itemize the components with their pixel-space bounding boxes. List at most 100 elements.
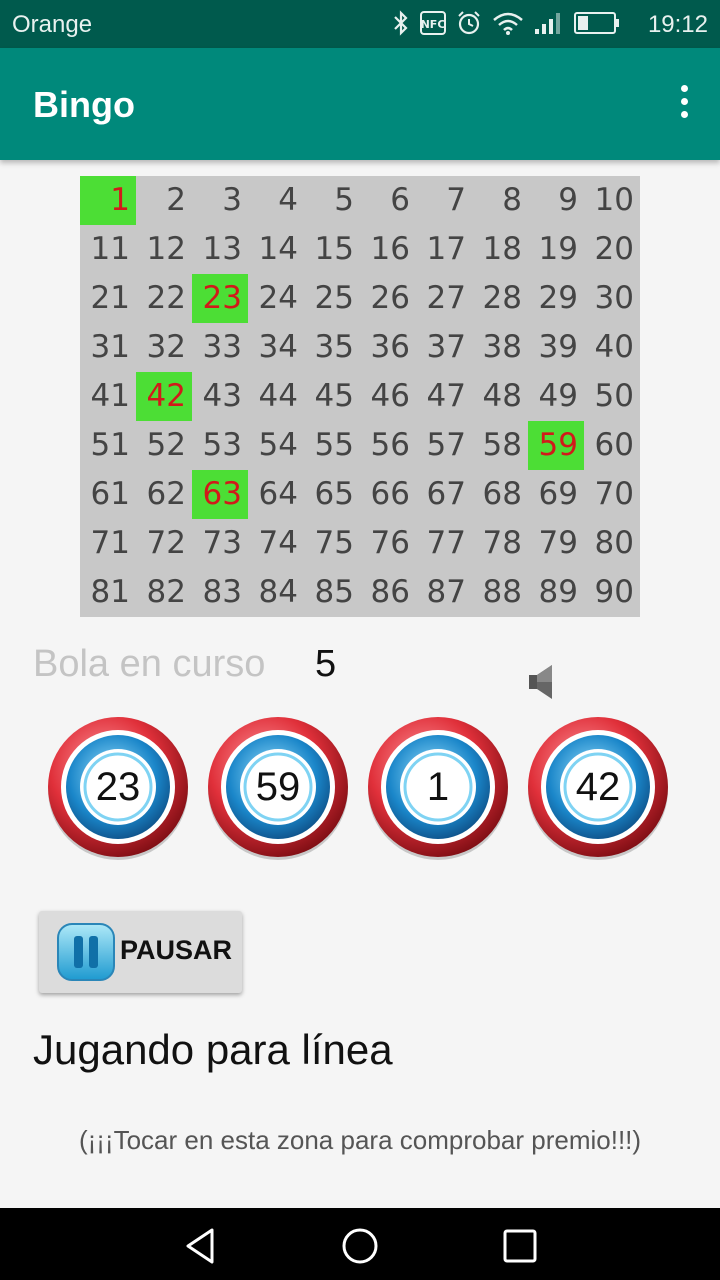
battery-icon bbox=[574, 12, 619, 34]
board-cell: 69 bbox=[538, 476, 578, 512]
board-cell: 12 bbox=[146, 231, 186, 267]
overflow-menu-icon[interactable] bbox=[678, 85, 690, 125]
board-cell: 31 bbox=[90, 329, 130, 365]
board-cell: 88 bbox=[482, 574, 522, 610]
board-cell: 56 bbox=[370, 427, 410, 463]
svg-text:NFC: NFC bbox=[421, 18, 446, 31]
carrier-name: Orange bbox=[12, 11, 93, 38]
board-cell: 9 bbox=[558, 182, 578, 218]
bingo-ball-number: 59 bbox=[255, 765, 301, 809]
recent-balls: 23 59 1 42 bbox=[44, 713, 684, 863]
board-cell: 27 bbox=[426, 280, 466, 316]
pause-icon bbox=[57, 923, 115, 981]
board-cell: 13 bbox=[202, 231, 242, 267]
app-bar: Bingo bbox=[0, 48, 720, 160]
bingo-ball: 1 bbox=[364, 713, 512, 861]
signal-icon bbox=[535, 13, 560, 34]
board-cell: 52 bbox=[146, 427, 186, 463]
board-cell: 70 bbox=[594, 476, 634, 512]
board-cell: 22 bbox=[146, 280, 186, 316]
board-cell-drawn: 63 bbox=[192, 470, 248, 519]
board-cell: 74 bbox=[258, 525, 298, 561]
board-cell: 21 bbox=[90, 280, 130, 316]
clock: 19:12 bbox=[647, 11, 708, 38]
board-cell: 84 bbox=[258, 574, 298, 610]
board-cell-drawn: 59 bbox=[528, 421, 584, 470]
current-ball-label: Bola en curso bbox=[33, 643, 266, 685]
board-cell: 51 bbox=[90, 427, 130, 463]
bingo-board: 1 2 3 4 5 6 7 8 9 10 11 12 13 14 15 16 17 18 19 20 21 22 23 24 2… bbox=[80, 176, 640, 617]
recents-icon[interactable] bbox=[500, 1226, 540, 1266]
game-mode-text: Jugando para línea bbox=[33, 1026, 393, 1073]
board-cell: 72 bbox=[146, 525, 186, 561]
speaker-icon[interactable] bbox=[526, 662, 560, 702]
status-icons: NFC bbox=[392, 10, 620, 36]
board-cell-drawn: 42 bbox=[136, 372, 192, 421]
board-cell: 58 bbox=[482, 427, 522, 463]
board-cell: 38 bbox=[482, 329, 522, 365]
board-cell: 73 bbox=[202, 525, 242, 561]
alarm-icon bbox=[458, 11, 480, 35]
board-cell: 54 bbox=[258, 427, 298, 463]
board-cell: 30 bbox=[594, 280, 634, 316]
app-title: Bingo bbox=[33, 84, 135, 125]
board-cell: 36 bbox=[370, 329, 410, 365]
board-cell: 61 bbox=[90, 476, 130, 512]
navigation-bar bbox=[0, 1208, 720, 1280]
board-cell: 77 bbox=[426, 525, 466, 561]
board-cell: 19 bbox=[538, 231, 578, 267]
board-cell: 29 bbox=[538, 280, 578, 316]
bingo-ball: 23 bbox=[44, 713, 192, 861]
board-cell: 55 bbox=[314, 427, 354, 463]
check-prize-zone[interactable]: (¡¡¡Tocar en esta zona para comprobar pr… bbox=[0, 1125, 720, 1156]
board-cell: 80 bbox=[594, 525, 634, 561]
board-cell: 48 bbox=[482, 378, 522, 414]
board-cell: 64 bbox=[258, 476, 298, 512]
board-cell: 82 bbox=[146, 574, 186, 610]
board-cell: 4 bbox=[278, 182, 298, 218]
board-cell: 28 bbox=[482, 280, 522, 316]
board-cell: 86 bbox=[370, 574, 410, 610]
home-icon[interactable] bbox=[340, 1226, 380, 1266]
bluetooth-icon bbox=[394, 10, 408, 36]
nfc-icon: NFC bbox=[420, 11, 446, 35]
bingo-ball-number: 23 bbox=[95, 765, 141, 809]
board-cell: 20 bbox=[594, 231, 634, 267]
board-cell: 75 bbox=[314, 525, 354, 561]
board-cell: 44 bbox=[258, 378, 298, 414]
board-cell: 6 bbox=[390, 182, 410, 218]
board-cell: 46 bbox=[370, 378, 410, 414]
board-cell: 81 bbox=[90, 574, 130, 610]
board-cell: 16 bbox=[370, 231, 410, 267]
board-cell-drawn: 1 bbox=[80, 176, 136, 225]
pause-label: PAUSAR bbox=[120, 935, 233, 965]
board-cell: 50 bbox=[594, 378, 634, 414]
board-cell: 35 bbox=[314, 329, 354, 365]
pause-button[interactable]: PAUSAR bbox=[39, 911, 242, 993]
board-cell: 18 bbox=[482, 231, 522, 267]
board-cell: 34 bbox=[258, 329, 298, 365]
board-cell: 60 bbox=[594, 427, 634, 463]
board-cell: 47 bbox=[426, 378, 466, 414]
board-cell: 15 bbox=[314, 231, 354, 267]
back-icon[interactable] bbox=[180, 1226, 220, 1266]
board-cell: 32 bbox=[146, 329, 186, 365]
board-cell: 11 bbox=[90, 231, 130, 267]
board-cell: 7 bbox=[446, 182, 466, 218]
board-cell: 17 bbox=[426, 231, 466, 267]
board-cell: 83 bbox=[202, 574, 242, 610]
board-cell: 37 bbox=[426, 329, 466, 365]
board-cell: 14 bbox=[258, 231, 298, 267]
board-cell: 25 bbox=[314, 280, 354, 316]
board-cell: 49 bbox=[538, 378, 578, 414]
board-cell: 5 bbox=[334, 182, 354, 218]
board-cell: 41 bbox=[90, 378, 130, 414]
board-cell: 67 bbox=[426, 476, 466, 512]
board-cell: 78 bbox=[482, 525, 522, 561]
status-bar: Orange NFC 19:12 bbox=[0, 0, 720, 48]
board-cell: 33 bbox=[202, 329, 242, 365]
board-cell: 53 bbox=[202, 427, 242, 463]
bingo-ball-number: 42 bbox=[575, 765, 621, 809]
board-cell: 3 bbox=[222, 182, 242, 218]
board-cell: 57 bbox=[426, 427, 466, 463]
